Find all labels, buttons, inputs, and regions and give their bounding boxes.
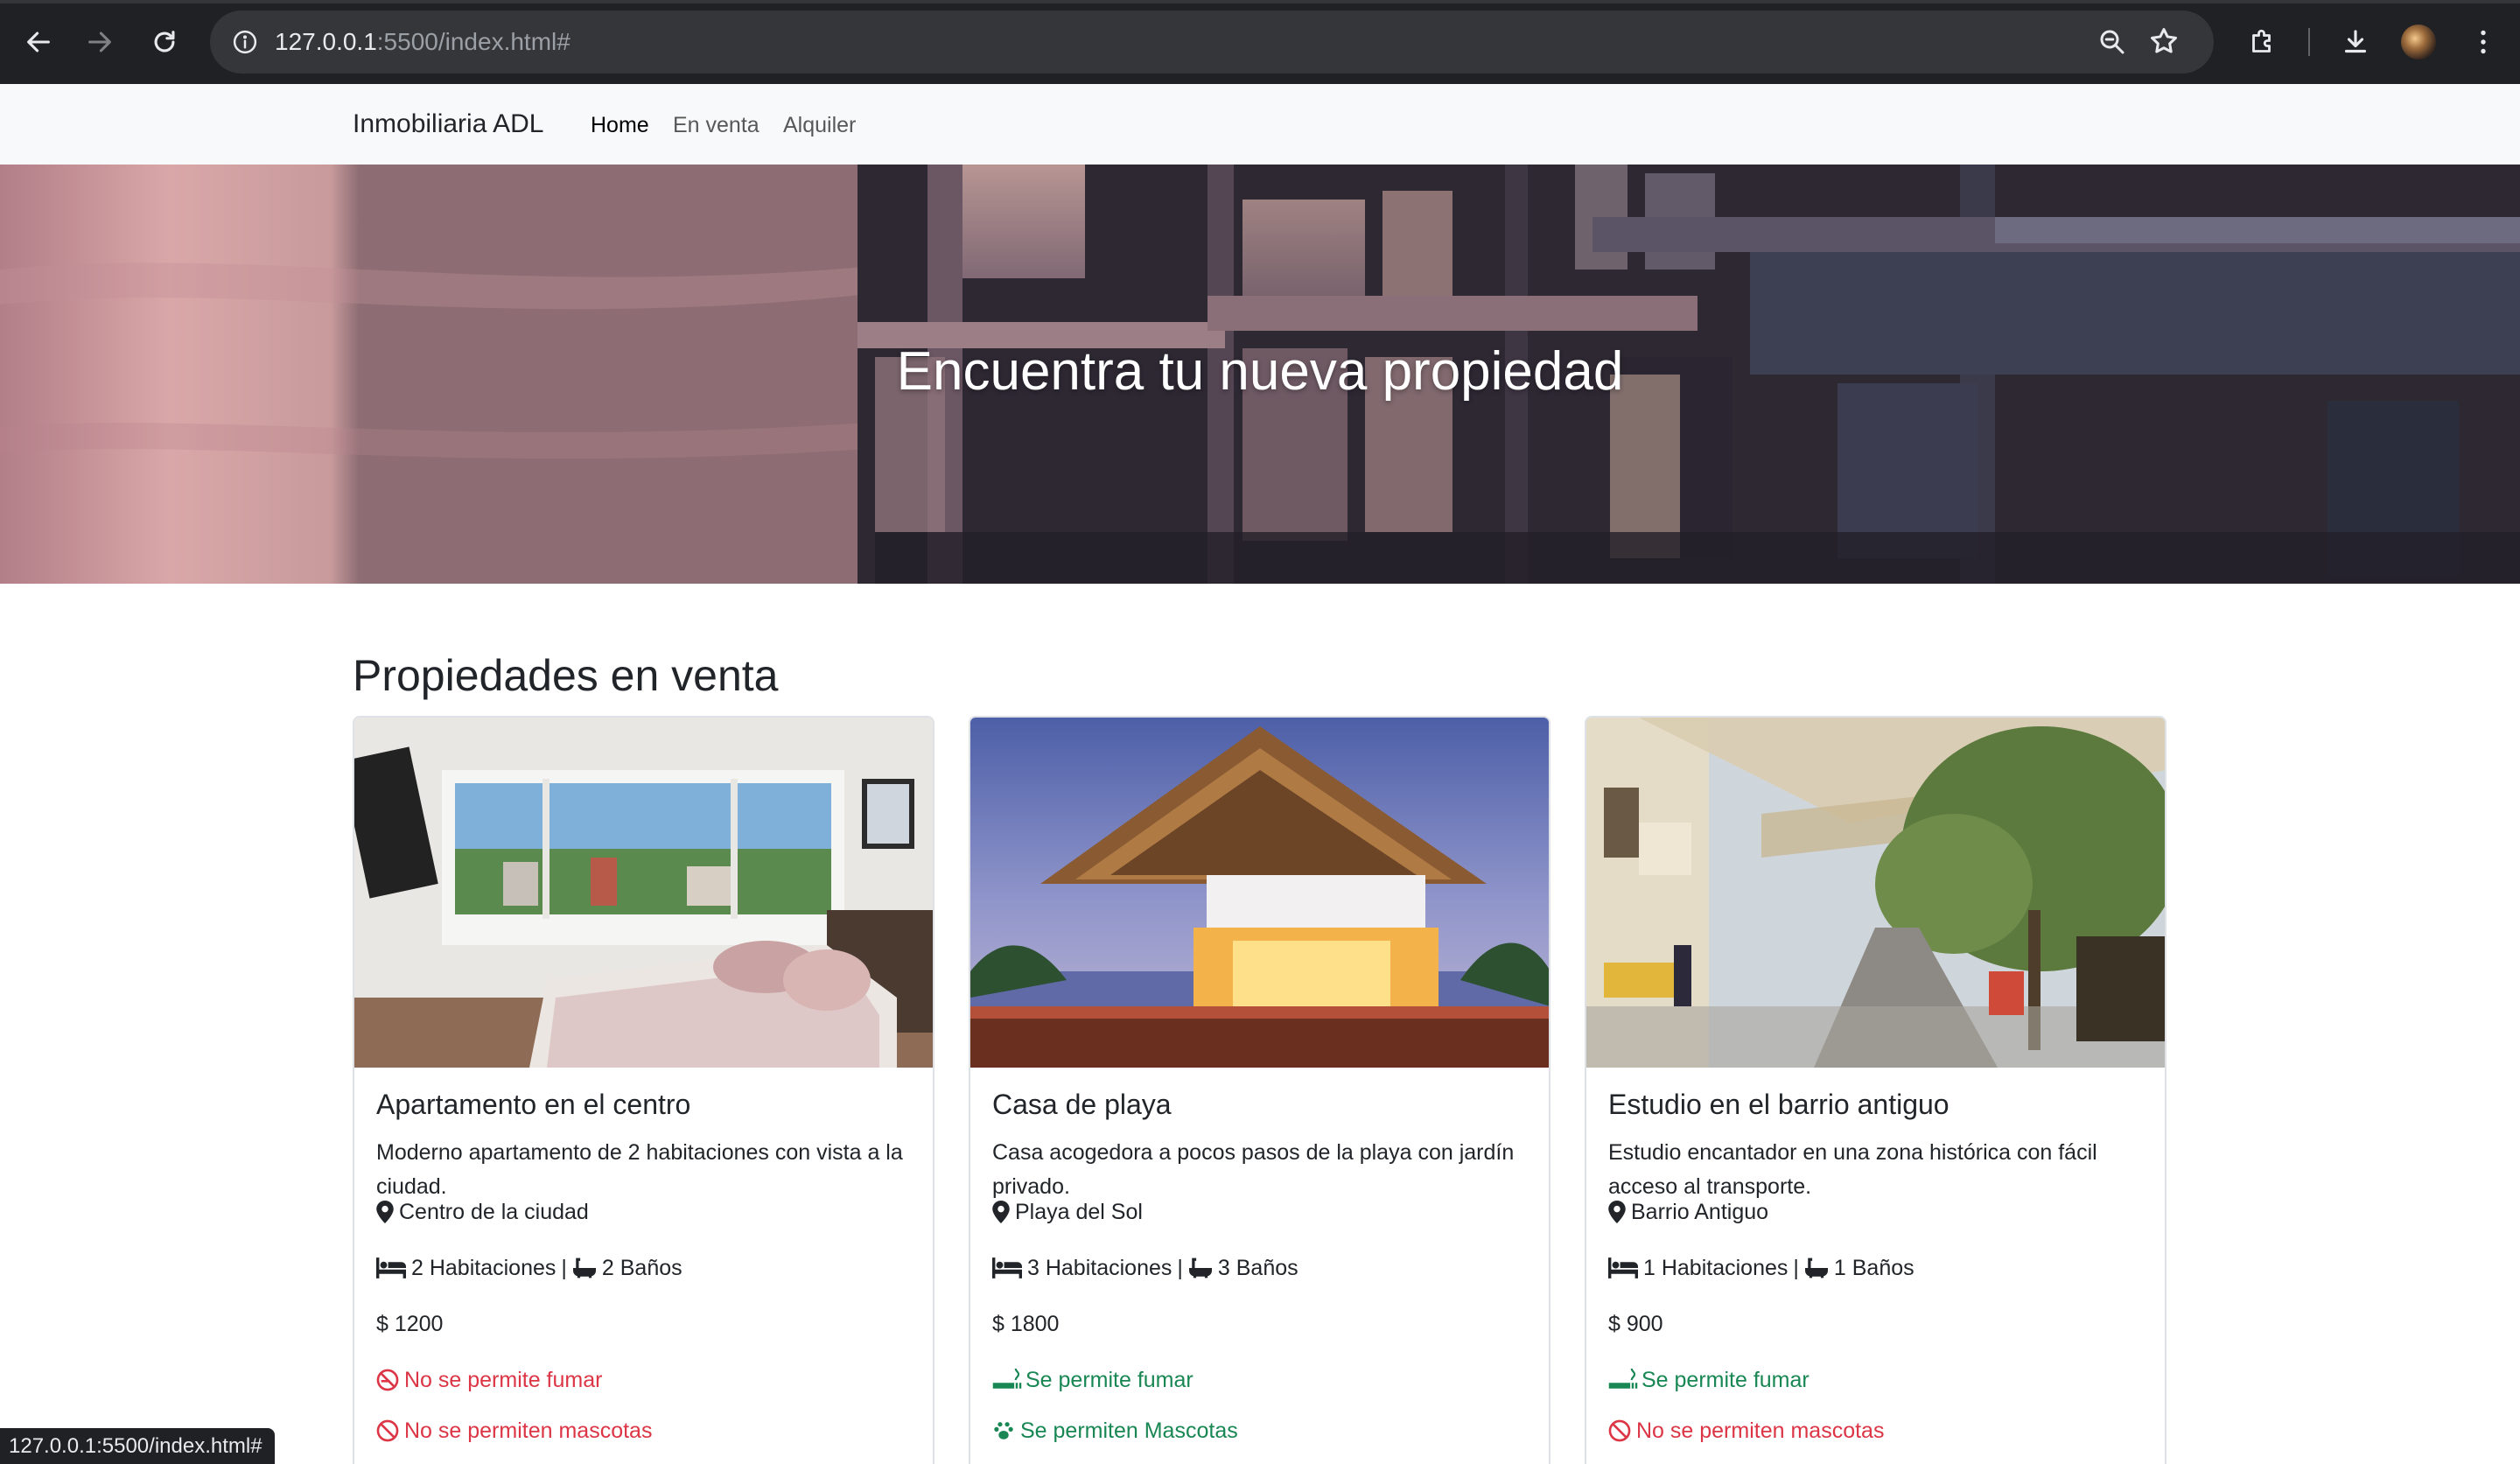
property-title: Estudio en el barrio antiguo [1608, 1089, 1950, 1120]
nav-link-en-venta[interactable]: En venta [673, 111, 760, 139]
property-description: Moderno apartamento de 2 habitaciones co… [376, 1140, 903, 1199]
property-description: Estudio encantador en una zona histórica… [1608, 1140, 2097, 1199]
pets-text: No se permiten mascotas [404, 1418, 653, 1443]
property-rooms-baths: 3 Habitaciones | 3 Baños [992, 1253, 1298, 1283]
site-navbar: Inmobiliaria ADL Home En venta Alquiler [0, 84, 2520, 165]
forward-button[interactable] [80, 23, 119, 61]
arrow-right-icon [88, 32, 111, 53]
property-image-bedroom [354, 718, 933, 1068]
link-status-bubble: 127.0.0.1:5500/index.html# [0, 1428, 275, 1464]
map-pin-icon [1608, 1201, 1626, 1223]
reload-button[interactable] [145, 23, 184, 61]
back-button[interactable] [19, 23, 58, 61]
more-menu-icon[interactable] [2466, 25, 2501, 60]
property-pets-policy: Se permiten Mascotas [992, 1416, 1238, 1446]
download-icon[interactable] [2338, 25, 2373, 60]
rooms-text: 2 Habitaciones [411, 1256, 556, 1280]
extensions-icon[interactable] [2245, 25, 2280, 60]
smoking-text: Se permite fumar [1642, 1368, 1810, 1392]
location-text: Playa del Sol [1015, 1200, 1143, 1224]
address-bar[interactable]: 127.0.0.1:5500/index.html# [210, 11, 2214, 74]
property-price: $ 1800 [992, 1312, 1060, 1336]
tab-strip-edge [0, 0, 2520, 4]
bookmark-star-icon[interactable] [2147, 25, 2182, 60]
site-info-icon[interactable] [228, 25, 262, 60]
url-host: 127.0.0.1 [275, 28, 377, 55]
property-smoking-policy: Se permite fumar [992, 1365, 1194, 1395]
bath-icon [1188, 1257, 1212, 1278]
property-title: Apartamento en el centro [376, 1089, 691, 1120]
no-pets-icon [376, 1419, 399, 1442]
property-location: Barrio Antiguo [1608, 1197, 1768, 1227]
profile-avatar[interactable] [2401, 25, 2436, 60]
bath-icon [572, 1257, 596, 1278]
property-card: Casa de playa Casa acogedora a pocos pas… [969, 716, 1550, 1464]
smoking-text: No se permite fumar [404, 1368, 603, 1392]
browser-toolbar: 127.0.0.1:5500/index.html# [0, 0, 2520, 84]
smoking-icon [992, 1369, 1022, 1389]
smoking-icon [1608, 1369, 1638, 1389]
property-price: $ 900 [1608, 1312, 1663, 1336]
property-smoking-policy: No se permite fumar [376, 1365, 602, 1395]
no-smoking-icon [376, 1369, 399, 1391]
property-pets-policy: No se permiten mascotas [1608, 1416, 1884, 1446]
bed-icon [376, 1257, 406, 1278]
property-card: Estudio en el barrio antiguo Estudio enc… [1585, 716, 2166, 1464]
zoom-icon[interactable] [2096, 26, 2128, 58]
pets-text: No se permiten mascotas [1636, 1418, 1885, 1443]
location-text: Barrio Antiguo [1631, 1200, 1769, 1224]
paw-icon [994, 1422, 1013, 1439]
property-card: Apartamento en el centro Moderno apartam… [353, 716, 934, 1464]
rooms-text: 3 Habitaciones [1027, 1256, 1172, 1280]
property-location: Centro de la ciudad [376, 1197, 589, 1227]
property-price: $ 1200 [376, 1312, 444, 1336]
url-path: :5500/index.html# [376, 28, 570, 55]
no-pets-icon [1608, 1419, 1631, 1442]
rooms-text: 1 Habitaciones [1643, 1256, 1788, 1280]
smoking-text: Se permite fumar [1026, 1368, 1194, 1392]
property-rooms-baths: 2 Habitaciones | 2 Baños [376, 1253, 682, 1283]
property-location: Playa del Sol [992, 1197, 1143, 1227]
nav-link-alquiler[interactable]: Alquiler [783, 111, 856, 139]
map-pin-icon [376, 1201, 394, 1223]
bed-icon [992, 1257, 1022, 1278]
rooms-baths-separator: | [1793, 1256, 1799, 1280]
baths-text: 1 Baños [1833, 1256, 1914, 1280]
navbar-brand[interactable]: Inmobiliaria ADL [353, 109, 543, 140]
hero-title: Encuentra tu nueva propiedad [896, 341, 1624, 402]
property-image-beach-house [970, 718, 1549, 1068]
property-pets-policy: No se permiten mascotas [376, 1416, 652, 1446]
pets-text: Se permiten Mascotas [1020, 1418, 1238, 1443]
toolbar-divider [2308, 28, 2310, 56]
property-smoking-policy: Se permite fumar [1608, 1365, 1810, 1395]
section-title: Propiedades en venta [353, 651, 779, 700]
arrow-left-icon [27, 32, 50, 53]
hero-banner: Encuentra tu nueva propiedad [0, 165, 2520, 584]
rooms-baths-separator: | [561, 1256, 567, 1280]
url-text: 127.0.0.1:5500/index.html# [275, 26, 570, 58]
property-rooms-baths: 1 Habitaciones | 1 Baños [1608, 1253, 1914, 1283]
property-description: Casa acogedora a pocos pasos de la playa… [992, 1140, 1515, 1199]
property-image-old-town-street [1586, 718, 2165, 1068]
baths-text: 3 Baños [1217, 1256, 1298, 1280]
bath-icon [1804, 1257, 1828, 1278]
reload-icon [154, 31, 175, 53]
property-title: Casa de playa [992, 1089, 1172, 1120]
nav-link-home[interactable]: Home [591, 111, 649, 139]
baths-text: 2 Baños [601, 1256, 682, 1280]
bed-icon [1608, 1257, 1638, 1278]
map-pin-icon [992, 1201, 1010, 1223]
rooms-baths-separator: | [1177, 1256, 1183, 1280]
location-text: Centro de la ciudad [399, 1200, 589, 1224]
